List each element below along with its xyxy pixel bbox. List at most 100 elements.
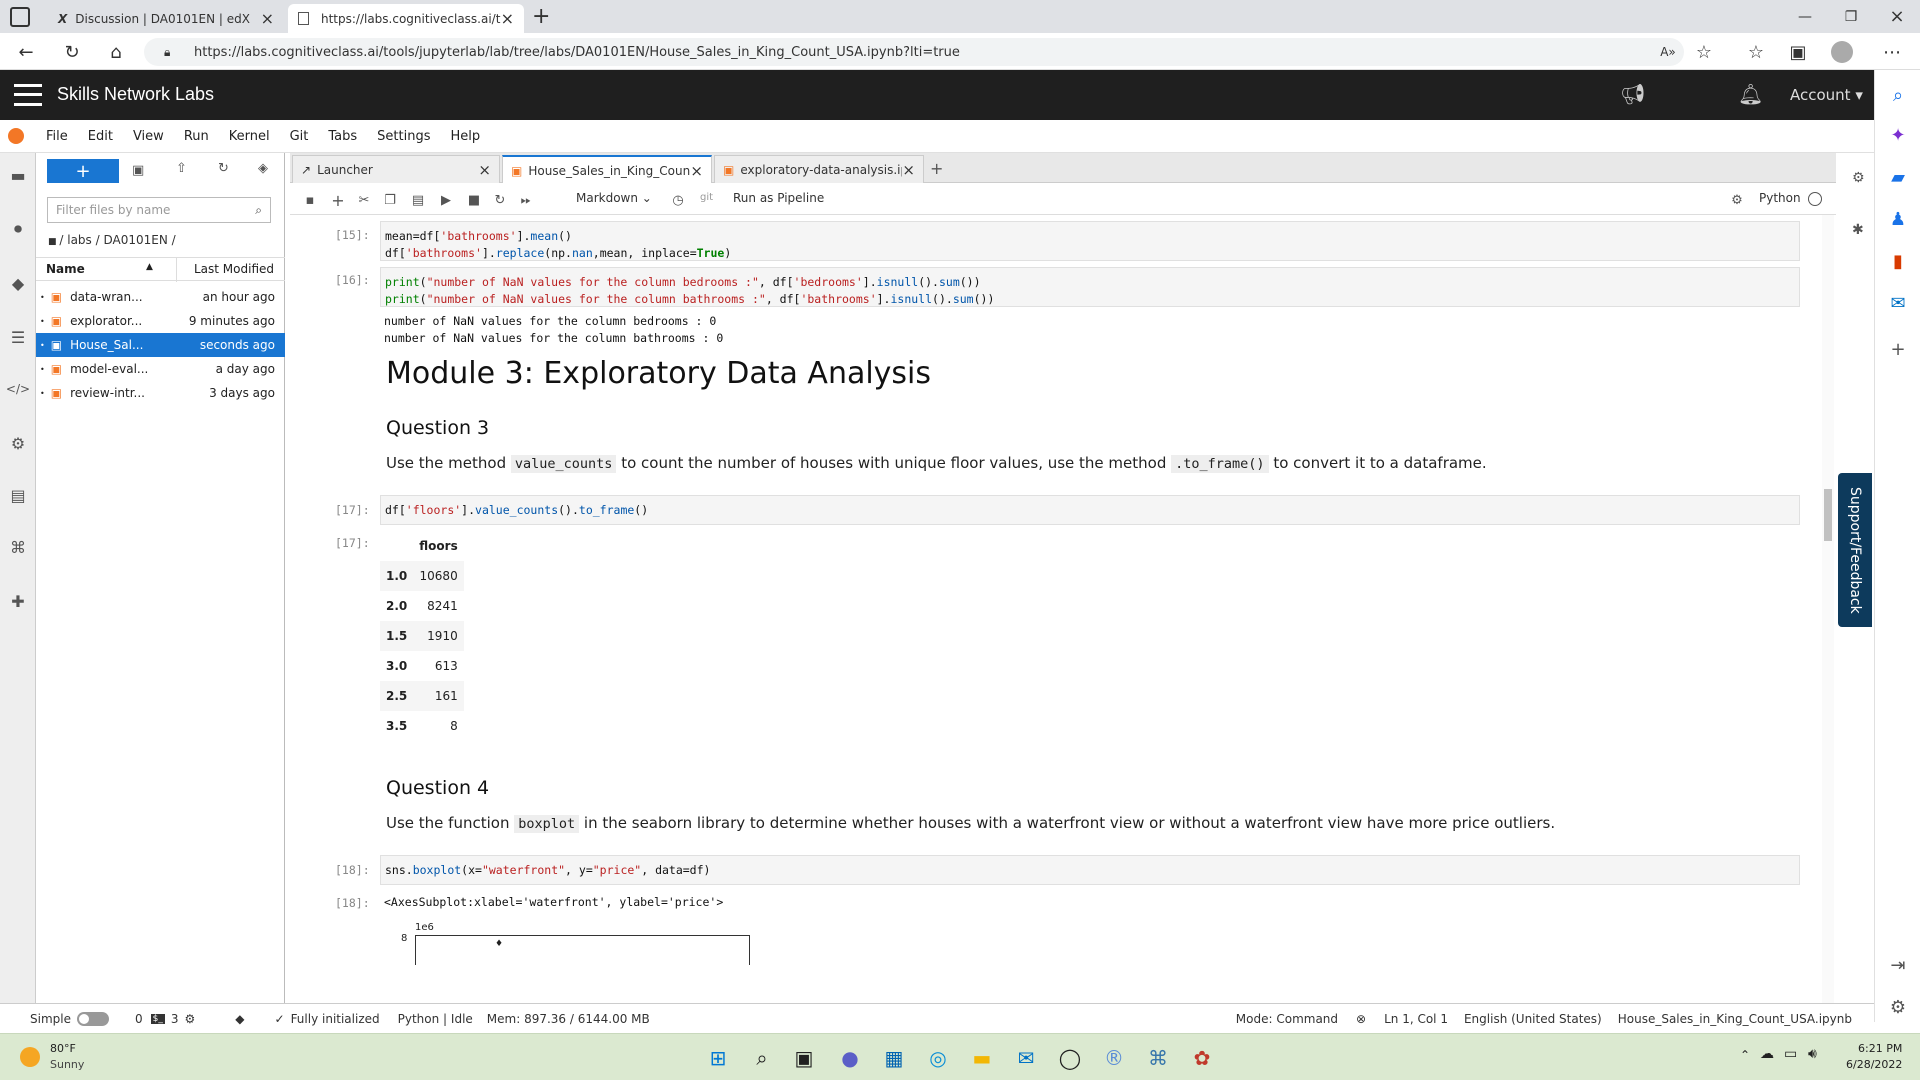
fast-forward-icon[interactable]: ⏩︎: [516, 190, 536, 210]
read-aloud-icon[interactable]: A»: [1656, 40, 1680, 64]
tab-eda[interactable]: ▣ exploratory-data-analysis.ip ×: [714, 155, 924, 183]
git-icon[interactable]: ◆: [0, 265, 36, 301]
tray-chevron-icon[interactable]: ⌃: [1740, 1048, 1750, 1062]
close-icon[interactable]: ×: [478, 161, 491, 179]
new-tab-icon[interactable]: +: [532, 4, 550, 29]
git-label[interactable]: git: [700, 192, 713, 203]
edge-icon[interactable]: ◎: [924, 1044, 952, 1072]
menu-help[interactable]: Help: [441, 129, 491, 144]
col-name[interactable]: Name: [46, 262, 85, 276]
folder-icon[interactable]: ▬: [0, 157, 36, 193]
menu-settings[interactable]: Settings: [367, 129, 440, 144]
clock-time[interactable]: 6:21 PM: [1858, 1042, 1902, 1055]
property-inspector-icon[interactable]: ⚙: [0, 425, 36, 461]
outlook-icon[interactable]: ✉: [1875, 288, 1920, 318]
restart-icon[interactable]: ↻: [490, 190, 510, 210]
close-icon[interactable]: ×: [261, 9, 274, 28]
history-icon[interactable]: ◷: [668, 190, 688, 210]
windows-start-icon[interactable]: ⊞: [704, 1044, 732, 1072]
menu-git[interactable]: Git: [280, 129, 319, 144]
app-icon[interactable]: ✿: [1188, 1044, 1216, 1072]
toolbox-icon[interactable]: ▰: [1875, 162, 1920, 192]
megaphone-icon[interactable]: 📢︎: [1620, 82, 1645, 106]
python-icon[interactable]: ⌘: [1144, 1044, 1172, 1072]
insert-cell-icon[interactable]: +: [328, 190, 348, 210]
code-cell-18[interactable]: sns.boxplot(x="waterfront", y="price", d…: [380, 855, 1800, 885]
puzzle-icon[interactable]: ✚: [0, 583, 36, 619]
breadcrumb[interactable]: ■ / labs / DA0101EN /: [48, 233, 176, 247]
git-clone-icon[interactable]: ◈: [258, 161, 268, 176]
language[interactable]: English (United States): [1464, 1012, 1602, 1026]
weather-icon[interactable]: [20, 1047, 40, 1067]
terminal-count[interactable]: 0: [135, 1012, 143, 1026]
mail-icon[interactable]: ✉: [1012, 1044, 1040, 1072]
code-cell-16[interactable]: print("number of NaN values for the colu…: [380, 267, 1800, 307]
run-icon[interactable]: ▶: [436, 190, 456, 210]
refresh-icon[interactable]: ↻: [218, 161, 229, 176]
running-icon[interactable]: ⏺: [0, 211, 36, 247]
account-menu[interactable]: Account ▾: [1790, 86, 1863, 104]
settings-icon[interactable]: ⚙: [1875, 992, 1920, 1022]
restore-icon[interactable]: ❐: [1828, 0, 1874, 33]
menu-kernel[interactable]: Kernel: [219, 129, 280, 144]
close-window-icon[interactable]: ×: [1874, 0, 1920, 33]
sort-icon[interactable]: ▲: [146, 262, 153, 272]
new-launcher-button[interactable]: +: [47, 159, 119, 183]
menu-view[interactable]: View: [123, 129, 174, 144]
cell-type-select[interactable]: Markdown ⌄: [576, 191, 652, 205]
refresh-icon[interactable]: ↻: [60, 40, 84, 64]
upload-icon[interactable]: ⇧: [176, 161, 187, 176]
minimize-icon[interactable]: —: [1782, 0, 1828, 33]
paste-icon[interactable]: ▤: [408, 190, 428, 210]
new-folder-icon[interactable]: ▣: [132, 163, 144, 178]
palette-icon[interactable]: ▤: [0, 477, 36, 513]
url-field[interactable]: 🔒︎ https://labs.cognitiveclass.ai/tools/…: [144, 38, 1684, 66]
kernel-status[interactable]: Python | Idle: [398, 1012, 473, 1026]
run-pipeline-button[interactable]: Run as Pipeline: [733, 191, 824, 205]
tab-launcher[interactable]: ↗ Launcher ×: [292, 155, 500, 183]
filter-input[interactable]: Filter files by name ⌕: [47, 197, 271, 223]
notebook-scrollbar[interactable]: [1822, 215, 1834, 1003]
search-icon[interactable]: ⌕: [748, 1044, 776, 1072]
cut-icon[interactable]: ✂: [354, 190, 374, 210]
copy-icon[interactable]: ❐: [380, 190, 400, 210]
profile-avatar[interactable]: [1830, 40, 1854, 64]
more-icon[interactable]: ⋯: [1880, 40, 1904, 64]
bell-icon[interactable]: 🔔︎: [1738, 82, 1763, 106]
extension-icon[interactable]: ⌘: [0, 529, 36, 565]
toc-icon[interactable]: ☰: [0, 319, 36, 355]
favorites-icon[interactable]: ☆: [1744, 40, 1768, 64]
hide-sidebar-icon[interactable]: ⇥: [1875, 950, 1920, 980]
back-icon[interactable]: ←: [14, 40, 38, 64]
col-modified[interactable]: Last Modified: [194, 262, 274, 276]
tab-actions-icon[interactable]: [10, 7, 30, 27]
menu-tabs[interactable]: Tabs: [318, 129, 367, 144]
task-view-icon[interactable]: ▣: [790, 1044, 818, 1072]
office-icon[interactable]: ▮: [1875, 246, 1920, 276]
r-app-icon[interactable]: ®: [1100, 1044, 1128, 1072]
home-icon[interactable]: ⌂: [104, 40, 128, 64]
cursor-position[interactable]: Ln 1, Col 1: [1384, 1012, 1448, 1026]
kernel-name[interactable]: Python: [1759, 191, 1801, 205]
browser-tab-edx[interactable]: X Discussion | DA0101EN | edX ×: [48, 4, 284, 33]
close-icon[interactable]: ×: [902, 161, 915, 179]
close-icon[interactable]: ×: [501, 9, 514, 28]
clock-date[interactable]: 6/28/2022: [1846, 1058, 1902, 1071]
games-icon[interactable]: ♟: [1875, 204, 1920, 234]
file-row[interactable]: • ▣ review-intr... 3 days ago: [36, 381, 285, 405]
search-icon[interactable]: ⌕: [1875, 80, 1920, 110]
kernel-count[interactable]: 3: [171, 1012, 179, 1026]
onedrive-icon[interactable]: ☁: [1760, 1046, 1774, 1062]
menu-run[interactable]: Run: [174, 129, 219, 144]
save-icon[interactable]: ▪: [300, 190, 320, 210]
menu-file[interactable]: File: [36, 129, 78, 144]
file-row[interactable]: • ▣ data-wran... an hour ago: [36, 285, 285, 309]
file-explorer-icon[interactable]: ▬: [968, 1044, 996, 1072]
code-icon[interactable]: </>: [0, 371, 36, 407]
menu-edit[interactable]: Edit: [78, 129, 123, 144]
volume-icon[interactable]: 🔊︎: [1808, 1046, 1817, 1062]
kernel-settings-icon[interactable]: ⚙: [1727, 190, 1747, 210]
hamburger-icon[interactable]: [14, 84, 42, 106]
support-feedback-button[interactable]: Support/Feedback: [1838, 473, 1872, 627]
favorite-add-icon[interactable]: ☆: [1692, 40, 1716, 64]
